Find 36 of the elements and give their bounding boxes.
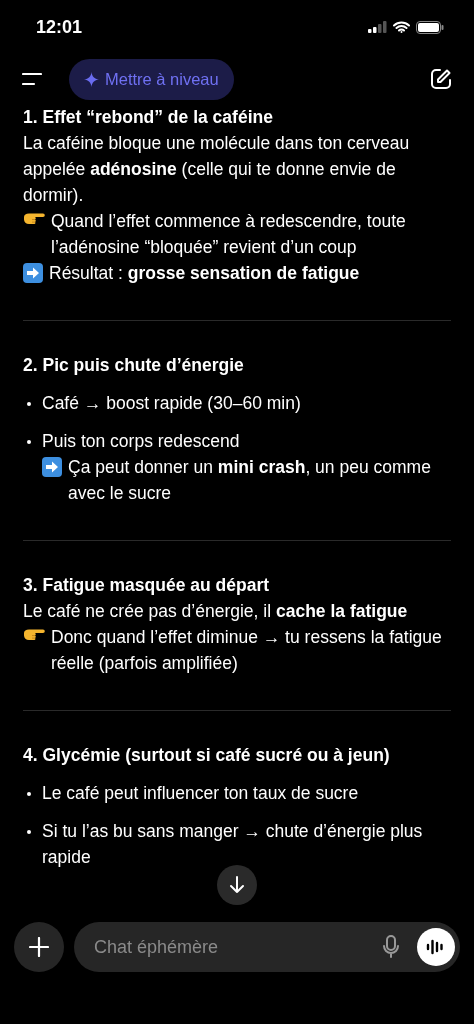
signal-icon (368, 21, 387, 33)
microphone-icon[interactable] (383, 935, 399, 959)
section-heading: 4. Glycémie (surtout si café sucré ou à jeun) (23, 744, 391, 767)
list-item-text: Si tu l’as bu sans manger → chute d’énergie plus rapide (42, 821, 423, 867)
scroll-down-button[interactable] (217, 865, 257, 905)
pointing-hand-icon (23, 627, 45, 641)
message-field[interactable]: Chat éphémère (92, 935, 365, 959)
add-button[interactable] (14, 922, 64, 972)
bullet-icon (27, 402, 31, 406)
voice-mode-button[interactable] (417, 928, 455, 966)
plus-icon (29, 937, 49, 957)
list-item-text: Puis ton corps redescend (42, 431, 240, 451)
upgrade-button[interactable]: Mettre à niveau (69, 58, 234, 100)
list-item-text: Café → boost rapide (30–60 min) (42, 393, 301, 413)
arrow-down-icon (229, 876, 245, 894)
pointing-hand-icon (23, 211, 45, 225)
paragraph: Résultat : grosse sensation de fatigue (49, 262, 360, 285)
paragraph: Le café ne crée pas d’énergie, il cache la fatigue (23, 600, 408, 623)
paragraph: Donc quand l’effet diminue → tu ressens la fatigue réelle (parfois amplifiée) (51, 626, 443, 675)
section-heading: 2. Pic puis chute d’énergie (23, 354, 245, 377)
list-item-text: Le café peut influencer ton taux de sucre (42, 783, 359, 803)
status-time: 12:01 (36, 16, 83, 38)
message-bar[interactable]: Chat éphémère (74, 922, 460, 972)
bullet-icon (27, 792, 31, 796)
wifi-icon (393, 21, 410, 33)
new-chat-icon[interactable] (430, 68, 452, 90)
paragraph: Ça peut donner un mini crash, un peu comme avec le sucre (68, 456, 432, 505)
bullet-icon (27, 440, 31, 444)
section-heading: 1. Effet “rebond” de la caféine (23, 106, 274, 129)
bullet-icon (27, 830, 31, 834)
paragraph: La caféine bloque une molécule dans ton cerveau appelée adénosine (celle qui te donne envie de dormir). (23, 132, 411, 207)
battery-icon (416, 20, 444, 34)
section-heading: 3. Fatigue masquée au départ (23, 574, 271, 597)
menu-icon[interactable] (22, 72, 42, 86)
sparkle-icon (84, 71, 99, 87)
waveform-icon (426, 938, 446, 956)
